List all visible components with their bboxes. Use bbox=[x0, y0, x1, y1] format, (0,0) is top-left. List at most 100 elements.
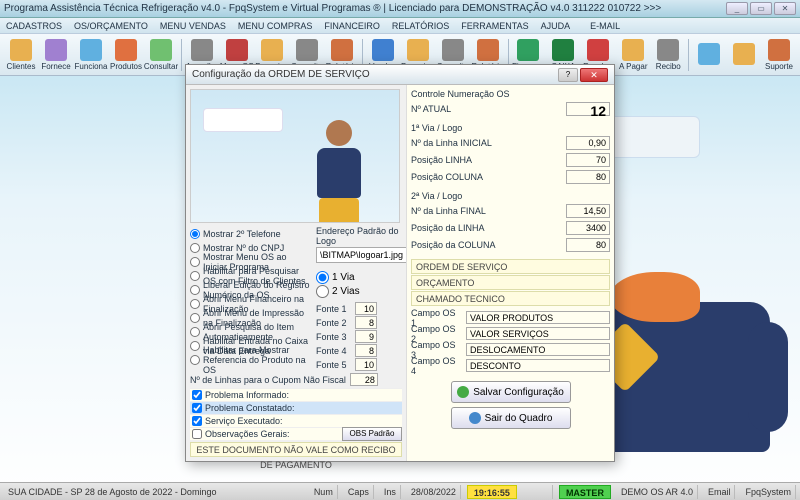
status-email[interactable]: Email bbox=[704, 485, 736, 499]
salvar-button[interactable]: Salvar Configuração bbox=[451, 381, 571, 403]
menu-item[interactable]: RELATÓRIOS bbox=[392, 18, 449, 33]
pos-linha-input[interactable] bbox=[566, 153, 610, 167]
toolbar-Recibo[interactable]: Recibo bbox=[651, 36, 685, 74]
option-radio[interactable] bbox=[190, 355, 200, 365]
fonte-input[interactable] bbox=[355, 330, 377, 343]
nlinhas-input[interactable] bbox=[350, 373, 378, 386]
menu-item[interactable]: E-MAIL bbox=[590, 18, 620, 33]
toolbar-icon bbox=[372, 39, 394, 61]
option-radio[interactable] bbox=[190, 327, 200, 337]
pos-linha-label: Posição LINHA bbox=[411, 155, 562, 165]
chk-input[interactable] bbox=[192, 390, 202, 400]
toolbar-Funciona[interactable]: Funciona bbox=[74, 36, 108, 74]
toolbar-icon bbox=[552, 39, 574, 61]
toolbar-Produtos[interactable]: Produtos bbox=[109, 36, 143, 74]
maximize-button[interactable]: ▭ bbox=[750, 2, 772, 15]
option-radio[interactable] bbox=[190, 313, 200, 323]
toolbar-icon bbox=[698, 43, 720, 65]
toolbar-icon bbox=[768, 39, 790, 61]
linha-final-input[interactable] bbox=[566, 204, 610, 218]
close-button[interactable]: ✕ bbox=[774, 2, 796, 15]
toolbar-icon bbox=[115, 39, 137, 61]
chk-input[interactable] bbox=[192, 403, 202, 413]
via2-label: 2 Vias bbox=[332, 286, 360, 297]
toolbar-button[interactable] bbox=[727, 36, 761, 74]
option-radio[interactable] bbox=[190, 257, 200, 267]
toolbar-icon bbox=[296, 39, 318, 61]
campo-input[interactable] bbox=[466, 311, 610, 324]
menu-item[interactable]: AJUDA bbox=[541, 18, 571, 33]
via1-header: 1ª Via / Logo bbox=[411, 123, 610, 133]
menu-item[interactable]: MENU VENDAS bbox=[160, 18, 226, 33]
option-radio[interactable] bbox=[190, 243, 200, 253]
campo-input[interactable] bbox=[466, 359, 610, 372]
option-radio[interactable] bbox=[190, 229, 200, 239]
via2-radio[interactable] bbox=[316, 285, 329, 298]
linha-inicial-label: Nº da Linha INICIAL bbox=[411, 138, 562, 148]
toolbar-A Pagar[interactable]: A Pagar bbox=[616, 36, 650, 74]
toolbar-Clientes[interactable]: Clientes bbox=[4, 36, 38, 74]
status-master: MASTER bbox=[559, 485, 611, 499]
status-ins: Ins bbox=[380, 485, 401, 499]
pos-col-input[interactable] bbox=[566, 170, 610, 184]
toolbar-icon bbox=[10, 39, 32, 61]
ac-unit-icon bbox=[203, 108, 283, 132]
controle-header: Controle Numeração OS bbox=[411, 89, 610, 99]
dialog-close-button[interactable]: ✕ bbox=[580, 68, 608, 82]
campo-input[interactable] bbox=[466, 327, 610, 340]
menu-item[interactable]: CADASTROS bbox=[6, 18, 62, 33]
menu-item[interactable]: MENU COMPRAS bbox=[238, 18, 313, 33]
campo-input[interactable] bbox=[466, 343, 610, 356]
menu-item[interactable]: FERRAMENTAS bbox=[461, 18, 528, 33]
toolbar-icon bbox=[657, 39, 679, 61]
toolbar-icon bbox=[587, 39, 609, 61]
sair-button[interactable]: Sair do Quadro bbox=[451, 407, 571, 429]
fonte-label: Fonte 5 bbox=[316, 360, 352, 370]
obs-padrao-button[interactable]: OBS Padrão bbox=[342, 427, 402, 441]
status-location: SUA CIDADE - SP 28 de Agosto de 2022 - D… bbox=[4, 485, 304, 499]
fonte-input[interactable] bbox=[355, 316, 377, 329]
toolbar-button[interactable] bbox=[692, 36, 726, 74]
fonte-input[interactable] bbox=[355, 302, 377, 315]
toolbar-icon bbox=[477, 39, 499, 61]
status-demo: DEMO OS AR 4.0 bbox=[617, 485, 698, 499]
option-radio[interactable] bbox=[190, 299, 200, 309]
n-atual-label: Nº ATUAL bbox=[411, 104, 562, 114]
chk-label: Observações Gerais: bbox=[205, 429, 290, 439]
menu-item[interactable]: FINANCEIRO bbox=[324, 18, 380, 33]
footer-note: ESTE DOCUMENTO NÃO VALE COMO RECIBO DE P… bbox=[190, 442, 402, 457]
pos-linha2-input[interactable] bbox=[566, 221, 610, 235]
window-titlebar: Programa Assistência Técnica Refrigeraçã… bbox=[0, 0, 800, 18]
linha-inicial-input[interactable] bbox=[566, 136, 610, 150]
fonte-input[interactable] bbox=[355, 344, 377, 357]
toolbar-Fornece[interactable]: Fornece bbox=[39, 36, 73, 74]
via1-radio[interactable] bbox=[316, 271, 329, 284]
campo-label: Campo OS 4 bbox=[411, 356, 463, 376]
menu-item[interactable]: OS/ORÇAMENTO bbox=[74, 18, 148, 33]
fonte-input[interactable] bbox=[355, 358, 377, 371]
dialog-illustration bbox=[190, 89, 400, 223]
window-controls: _ ▭ ✕ bbox=[726, 2, 796, 15]
toolbar-icon bbox=[45, 39, 67, 61]
option-radio[interactable] bbox=[190, 285, 200, 295]
pos-col2-input[interactable] bbox=[566, 238, 610, 252]
fonte-label: Fonte 4 bbox=[316, 346, 352, 356]
chk-input[interactable] bbox=[192, 416, 202, 426]
logo-path-label: Endereço Padrão do Logo bbox=[316, 226, 402, 246]
status-date: 28/08/2022 bbox=[407, 485, 461, 499]
option-label: Mostrar 2º Telefone bbox=[203, 229, 281, 239]
via1-label: 1 Via bbox=[332, 272, 355, 283]
chk-input[interactable] bbox=[192, 429, 202, 439]
toolbar-icon bbox=[622, 39, 644, 61]
ordem-servico-band: ORDEM DE SERVIÇO bbox=[411, 259, 610, 274]
option-radio[interactable] bbox=[190, 341, 200, 351]
status-caps: Caps bbox=[344, 485, 374, 499]
dialog-help-button[interactable]: ? bbox=[558, 68, 578, 82]
exit-icon bbox=[469, 412, 481, 424]
toolbar-icon bbox=[80, 39, 102, 61]
option-radio[interactable] bbox=[190, 271, 200, 281]
toolbar-Suporte[interactable]: Suporte bbox=[762, 36, 796, 74]
minimize-button[interactable]: _ bbox=[726, 2, 748, 15]
status-sys[interactable]: FpqSystem bbox=[741, 485, 796, 499]
toolbar-Consultar[interactable]: Consultar bbox=[144, 36, 178, 74]
